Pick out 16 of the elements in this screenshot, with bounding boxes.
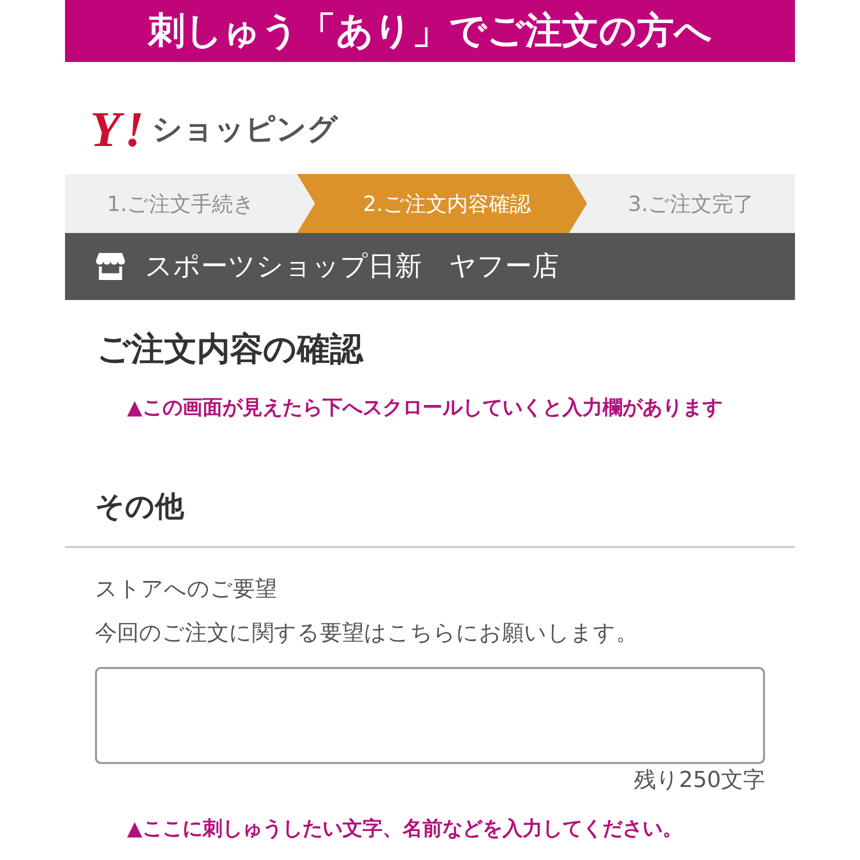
step-label: 3.ご注文完了 xyxy=(626,190,756,218)
storefront-icon xyxy=(95,252,126,281)
logo-mark[interactable]: Y! xyxy=(90,104,148,154)
instruction-note: ▲この画面が見えたら下へスクロールしていくと入力欄があります xyxy=(127,394,724,420)
section-heading: その他 xyxy=(95,488,186,524)
store-name: スポーツショップ日新 ヤフー店 xyxy=(145,252,559,282)
field-label: ストアへのご要望 xyxy=(95,576,278,604)
logo-text[interactable]: ショッピング xyxy=(152,112,338,146)
step-label: 1.ご注文手続き xyxy=(106,190,256,218)
current-step-label: 2.ご注文内容確認 xyxy=(297,174,587,233)
banner-title: 刺しゅう「あり」でご注文の方へ xyxy=(148,10,712,52)
field-description: 今回のご注文に関する要望はこちらにお願いします。 xyxy=(95,620,639,648)
character-counter: 残り250文字 xyxy=(633,767,765,795)
page-heading: ご注文内容の確認 xyxy=(97,330,364,368)
instruction-note: ▲ここに刺しゅうしたい文字、名前などを入力してください。 xyxy=(127,815,684,841)
request-textarea[interactable] xyxy=(95,667,765,764)
